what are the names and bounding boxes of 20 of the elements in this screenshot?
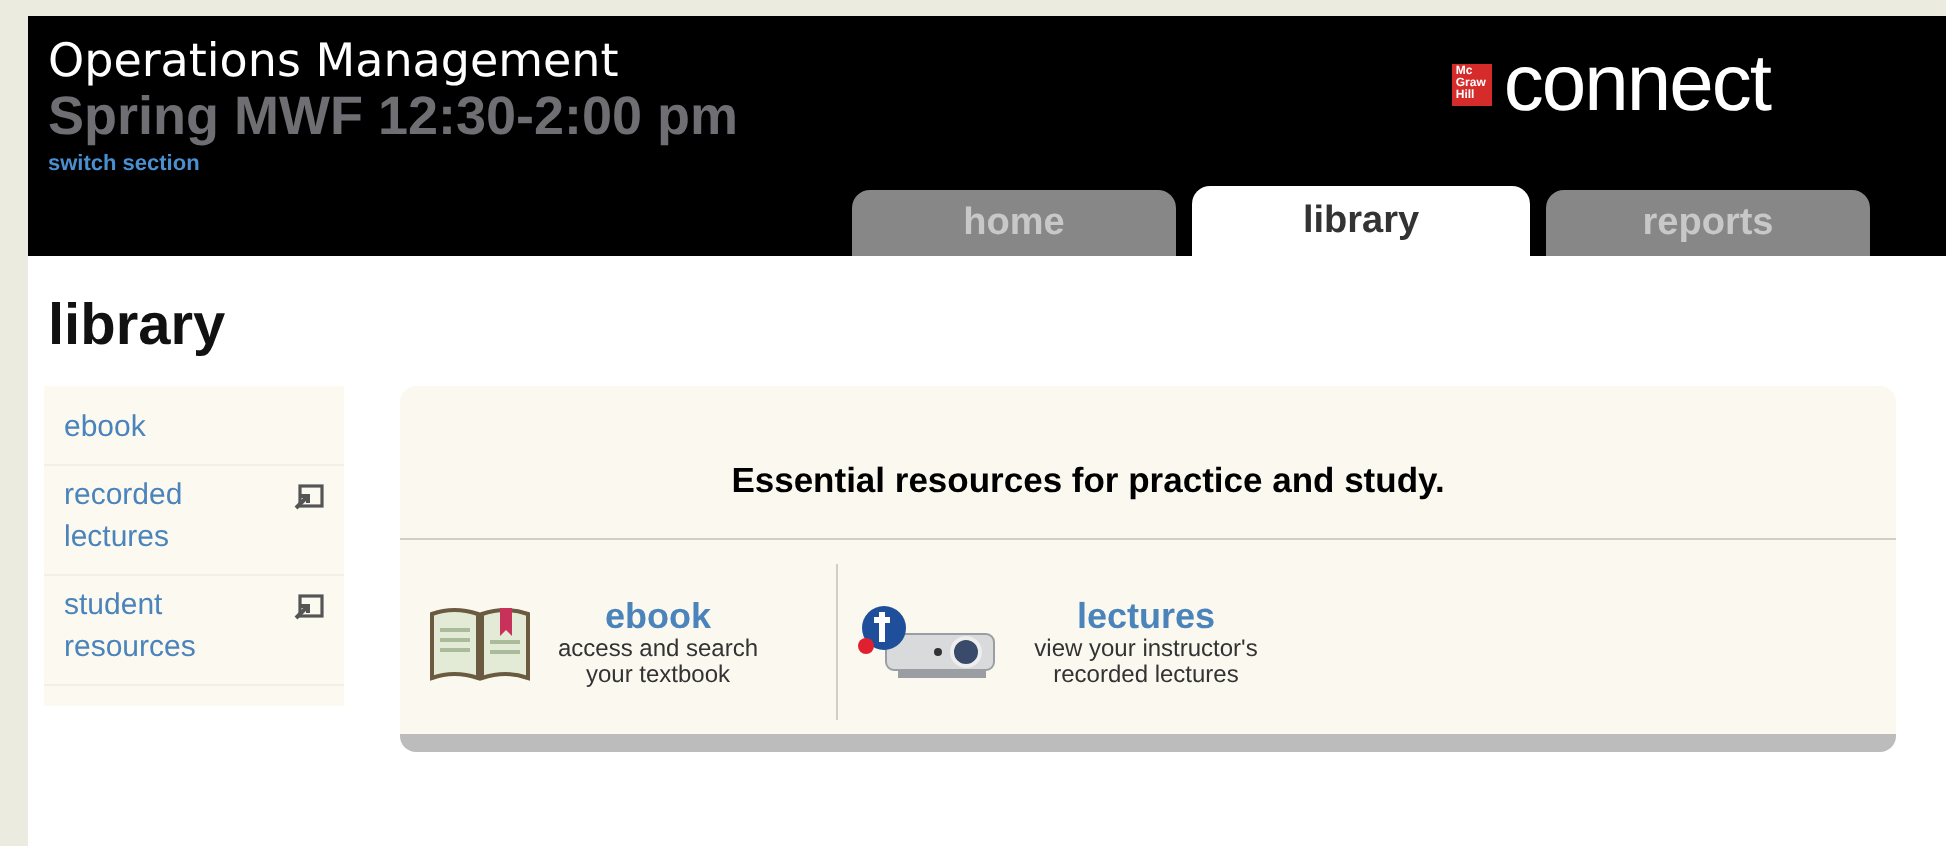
switch-section-link[interactable]: switch section (48, 152, 200, 176)
projector-icon (858, 602, 998, 682)
resource-description: access and search your textbook (555, 636, 761, 688)
sidebar-link[interactable]: student resources (64, 584, 224, 668)
resources-headline: Essential resources for practice and study. (400, 386, 1896, 540)
nav-tab[interactable]: home (852, 190, 1176, 256)
course-title: Operations Management (48, 36, 621, 88)
page-title: library (48, 292, 228, 360)
section-schedule: Spring MWF 12:30-2:00 pm (48, 88, 739, 144)
popout-icon (294, 594, 324, 620)
product-wordmark: connect (1503, 48, 1770, 120)
resource-description: view your instructor's recorded lectures (1032, 636, 1260, 688)
book-icon (428, 602, 532, 682)
resource-link[interactable]: ebook (604, 596, 711, 636)
nav-tab[interactable]: library (1192, 186, 1530, 256)
nav-tab[interactable]: reports (1546, 190, 1870, 256)
popout-icon (294, 484, 324, 510)
resource-link[interactable]: lectures (1076, 596, 1216, 636)
sidebar-link[interactable]: ebook (64, 406, 224, 448)
sidebar-link[interactable]: recorded lectures (64, 474, 224, 558)
